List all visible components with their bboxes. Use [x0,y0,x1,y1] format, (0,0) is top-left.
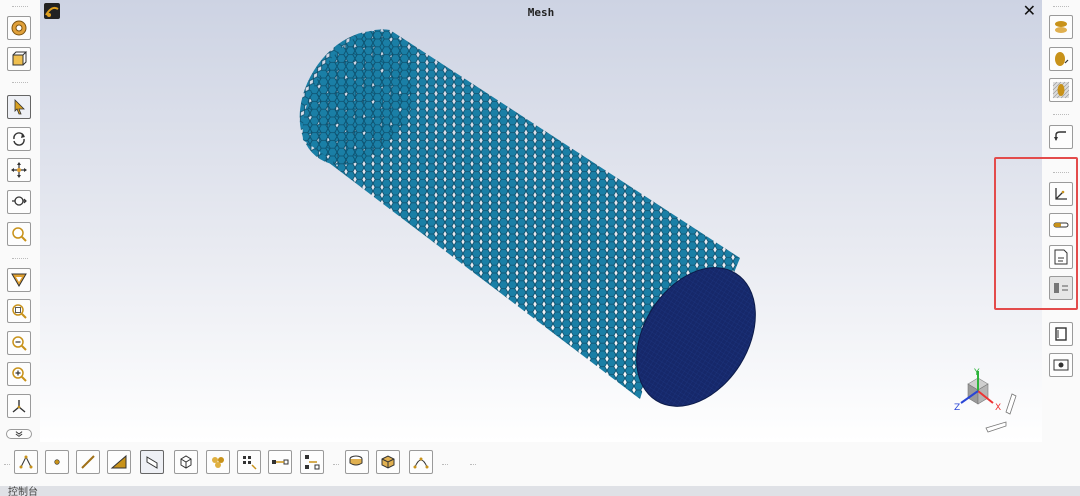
zoom-out-icon[interactable] [7,331,31,355]
part-icon[interactable] [345,450,369,474]
select-pointer-icon[interactable] [7,95,31,119]
rotate-arrow-icon [1005,393,1017,415]
node-grid-icon[interactable] [237,450,261,474]
orientation-triad: Y X Z [954,368,1017,433]
triad-y-label: Y [973,368,980,378]
right-toolbar [1042,0,1080,442]
clip-icon[interactable] [1049,47,1073,71]
mesh-display-icon[interactable] [1049,78,1073,102]
rotate-icon[interactable] [7,127,31,151]
triad-x-label: X [995,403,1001,413]
surface-icon[interactable] [140,450,164,474]
status-bar: 控制台 [0,486,1080,496]
screenshot-icon[interactable] [1049,353,1073,377]
undo-view-icon[interactable] [1049,125,1073,149]
ruler-icon[interactable] [1049,213,1073,237]
cell-icon[interactable] [174,450,198,474]
zoom-fit-icon[interactable] [7,299,31,323]
rotate-arrow-icon [985,421,1007,433]
zoom-in-icon[interactable] [7,362,31,386]
edge-grid-icon[interactable] [268,450,292,474]
edge-icon[interactable] [76,450,100,474]
node-select-icon[interactable] [14,450,38,474]
console-tab-label[interactable]: 控制台 [8,486,38,496]
notes-icon[interactable] [1049,245,1073,269]
curve-icon[interactable] [409,450,433,474]
face-icon[interactable] [107,450,131,474]
expand-chevron-icon[interactable] [6,429,32,439]
point-icon[interactable] [45,450,69,474]
geometry-icon[interactable] [7,16,31,40]
left-toolbar [0,0,40,442]
legend-icon[interactable] [1049,276,1073,300]
triad-z-label: Z [954,403,960,413]
bottom-toolbar [0,442,1080,486]
graphics-viewport[interactable]: Mesh ✕ Y X Z [40,0,1042,442]
section-plane-icon[interactable] [1049,15,1073,39]
filter-icon[interactable] [7,268,31,292]
pan-icon[interactable] [7,158,31,182]
cube-view-icon[interactable] [7,47,31,71]
frame-icon[interactable] [1049,322,1073,346]
face-grid-icon[interactable] [300,450,324,474]
axes-icon[interactable] [7,394,31,418]
zoom-window-icon[interactable] [7,222,31,246]
mesh-model[interactable] [40,0,1042,442]
body-icon[interactable] [376,450,400,474]
multi-body-icon[interactable] [206,450,230,474]
zoom-icon[interactable] [7,190,31,214]
axis-triad-icon[interactable] [1049,182,1073,206]
